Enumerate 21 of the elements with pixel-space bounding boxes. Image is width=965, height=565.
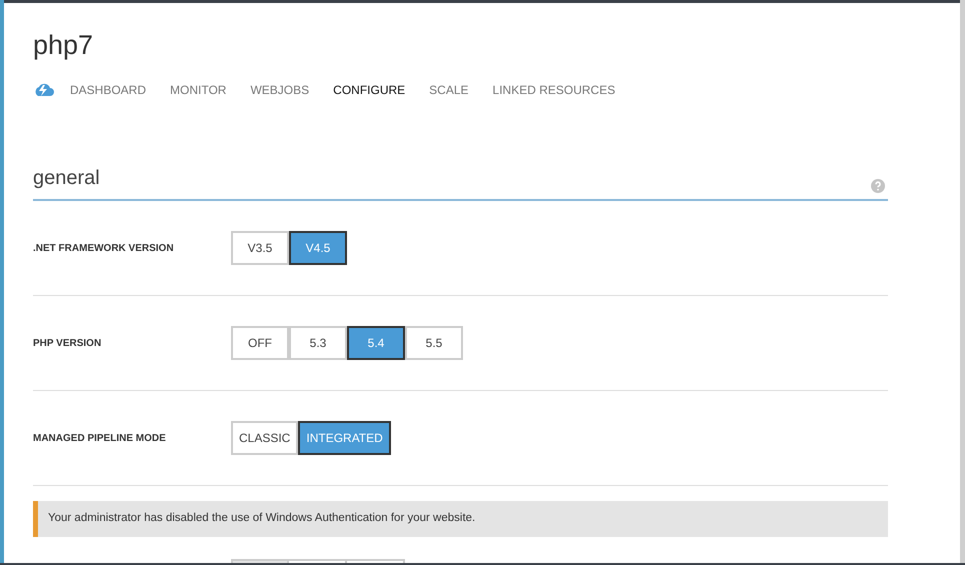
option-button[interactable]: 5.5 <box>405 326 463 360</box>
nav-tab[interactable]: LINKED RESOURCES <box>492 81 616 99</box>
option-button[interactable]: CLASSIC <box>231 421 298 455</box>
nav-tab[interactable]: MONITOR <box>170 81 226 99</box>
nav-tab[interactable]: CONFIGURE <box>333 81 406 99</box>
option-button[interactable]: V4.5 <box>289 231 347 265</box>
page-title: php7 <box>33 29 94 62</box>
setting-label: PHP VERSION <box>33 336 102 350</box>
setting-label: MANAGED PIPELINE MODE <box>33 432 167 446</box>
option-button[interactable]: V3.5 <box>231 231 289 265</box>
option-button[interactable]: 5.4 <box>347 326 405 360</box>
setting-label: .NET FRAMEWORK VERSION <box>33 242 175 256</box>
nav-tab[interactable]: DASHBOARD <box>70 81 146 99</box>
cloud-icon <box>33 83 55 97</box>
nav-tab[interactable]: WEBJOBS <box>250 81 310 99</box>
option-button[interactable]: 5.3 <box>289 326 347 360</box>
alert-message: Your administrator has disabled the use of Windows Authentication for your website. <box>48 511 476 526</box>
option-button[interactable]: INTEGRATED <box>298 421 391 455</box>
option-button[interactable]: OFF <box>231 326 289 360</box>
section-title: general <box>33 166 100 191</box>
nav-tab[interactable]: SCALE <box>429 81 469 99</box>
